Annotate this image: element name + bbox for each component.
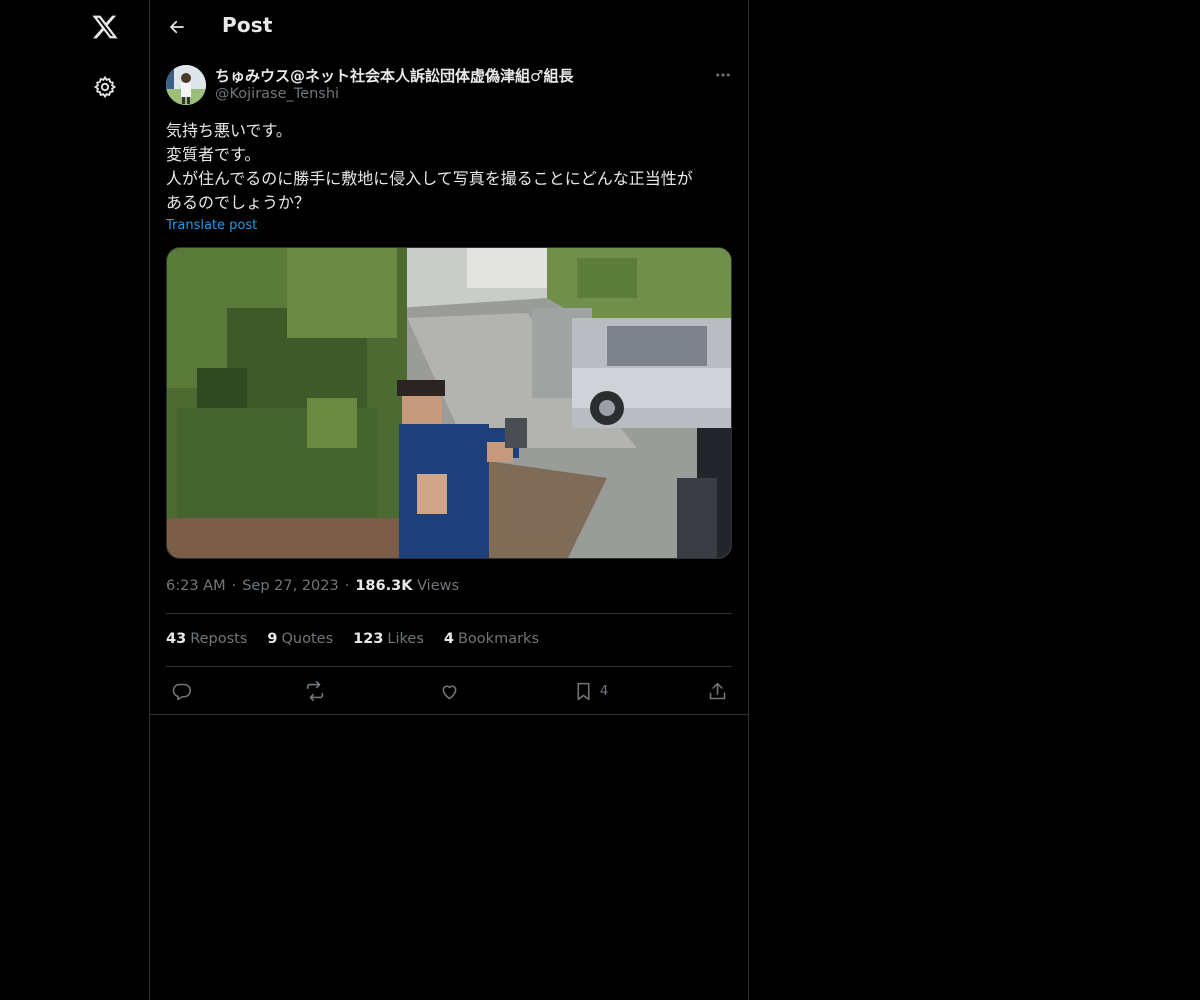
repost-button[interactable] <box>304 678 326 704</box>
bookmarks-label: Bookmarks <box>457 631 539 647</box>
divider <box>150 714 748 715</box>
more-options-button[interactable] <box>712 64 734 86</box>
post-media-image[interactable] <box>166 247 732 559</box>
bookmark-icon <box>577 682 590 700</box>
post-detail-column: Post ちゅみウス@ネット社会本人訴訟団体虚偽津組♂組長 @Kojirase_… <box>149 0 749 1000</box>
divider <box>166 613 732 614</box>
share-button[interactable] <box>707 678 728 704</box>
x-logo-icon[interactable] <box>89 11 121 43</box>
more-horizontal-icon <box>716 73 730 77</box>
back-button[interactable] <box>164 14 190 40</box>
reply-button[interactable] <box>171 678 192 704</box>
views-count: 186.3K <box>355 578 413 594</box>
reposts-label: Reposts <box>190 631 248 647</box>
engagement-stats: 43 Reposts 9 Quotes 123 Likes 4 Bookmarks <box>166 631 539 647</box>
bookmark-button[interactable]: 4 <box>573 678 608 704</box>
translate-post-link[interactable]: Translate post <box>166 218 257 233</box>
quotes-stat[interactable]: 9 Quotes <box>267 631 333 647</box>
post-text-line: 変質者です。 <box>166 145 261 164</box>
bookmark-count: 4 <box>600 683 609 699</box>
reposts-stat[interactable]: 43 Reposts <box>166 631 247 647</box>
divider <box>166 666 732 667</box>
gear-icon[interactable] <box>91 73 119 101</box>
bookmarks-count: 4 <box>443 631 454 647</box>
post-text-line: 人が住んでるのに勝手に敷地に侵入して写真を撮ることにどんな正当性が <box>166 169 693 188</box>
quotes-label: Quotes <box>281 631 334 647</box>
repost-icon <box>306 681 324 701</box>
post-action-bar: 4 <box>150 678 748 704</box>
post-metadata: 6:23 AM · Sep 27, 2023 · 186.3K Views <box>166 578 460 594</box>
post-text: 気持ち悪いです。 変質者です。 人が住んでるのに勝手に敷地に侵入して写真を撮るこ… <box>166 119 738 215</box>
page-header: Post <box>150 0 748 54</box>
like-button[interactable] <box>439 678 460 704</box>
author-display-name[interactable]: ちゅみウス@ネット社会本人訴訟団体虚偽津組♂組長 <box>215 65 573 86</box>
likes-count: 123 <box>353 631 384 647</box>
post-text-line: あるのでしょうか？ <box>166 193 311 212</box>
reply-icon <box>172 683 192 700</box>
bookmarks-stat[interactable]: 4 Bookmarks <box>444 631 539 647</box>
reposts-count: 43 <box>166 631 187 647</box>
post-text-line: 気持ち悪いです。 <box>166 121 292 140</box>
left-navigation-rail <box>0 0 149 1000</box>
likes-stat[interactable]: 123 Likes <box>353 631 424 647</box>
page-title: Post <box>222 13 273 37</box>
heart-icon <box>442 685 457 699</box>
arrow-left-icon <box>170 20 184 34</box>
avatar[interactable] <box>166 65 206 105</box>
quotes-count: 9 <box>267 631 278 647</box>
share-icon <box>709 682 726 699</box>
likes-label: Likes <box>387 631 424 647</box>
views-label: Views <box>417 578 460 594</box>
post-time[interactable]: 6:23 AM <box>166 578 226 594</box>
post-date[interactable]: Sep 27, 2023 <box>242 578 339 594</box>
author-handle[interactable]: @Kojirase_Tenshi <box>215 86 339 102</box>
